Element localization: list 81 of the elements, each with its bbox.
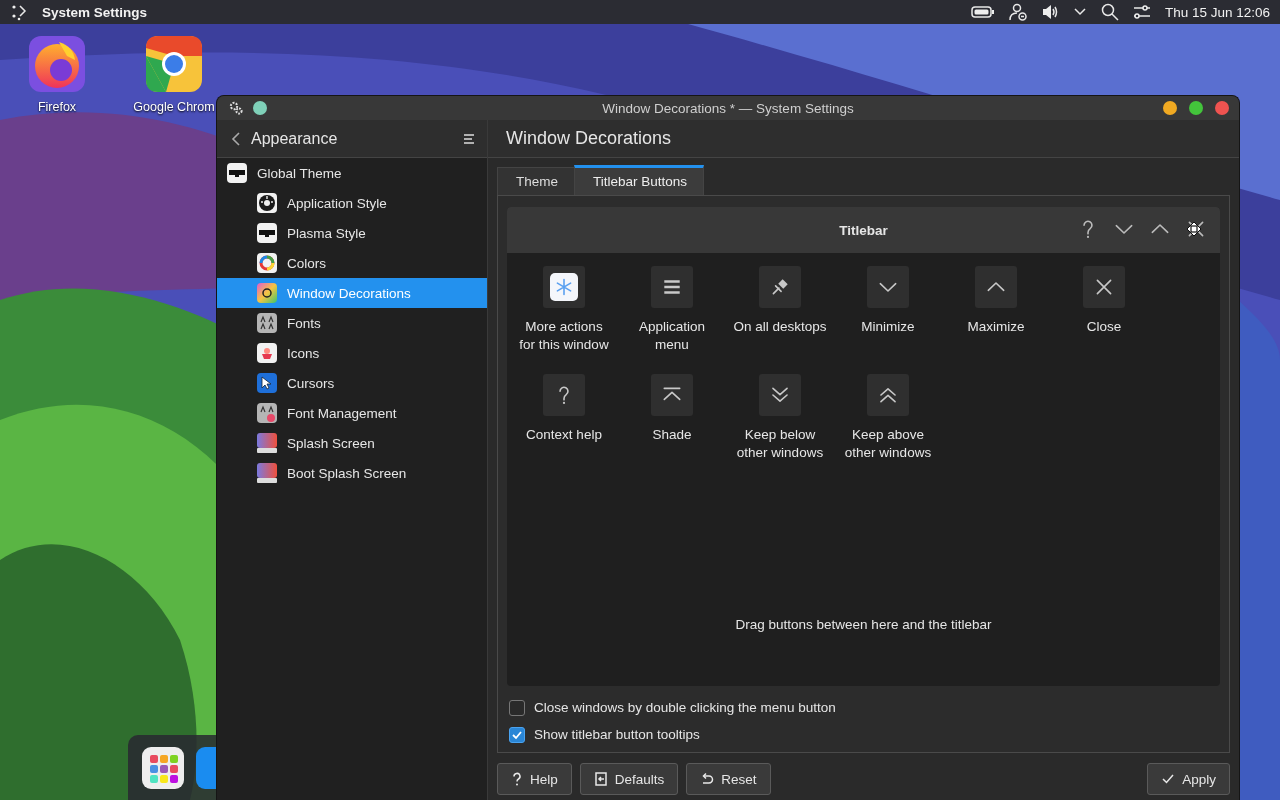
screen-icon [257,433,277,453]
button-tile[interactable] [651,266,693,308]
checkbox-label: Show titlebar button tooltips [534,727,700,742]
titlebar-preview[interactable]: Titlebar [507,207,1220,253]
color-ring-icon [257,253,277,273]
fox-globe-icon [29,36,85,92]
button-label: Application menu [637,318,706,354]
sidebar-item[interactable]: Icons [217,338,487,368]
cursor-icon [257,373,277,393]
screen-icon [257,463,277,483]
back-icon [229,130,243,147]
checkbox[interactable] [509,699,525,716]
button-tile[interactable] [543,374,585,416]
user-icon [1008,3,1027,21]
page-heading: Window Decorations [506,128,672,149]
tab[interactable]: Theme [497,167,576,195]
volume-icon [1040,3,1059,21]
hint-text: Drag buttons between here and the titlebar [735,617,992,632]
tab[interactable]: Titlebar Buttons [574,165,705,195]
button-label: Context help [525,426,603,444]
menu-icon [463,132,475,145]
button-label: Keep below other windows [735,426,825,462]
font-sample-icon [257,313,277,333]
sidebar-item[interactable]: Global Theme [217,158,487,188]
sidebar-item[interactable]: Colors [217,248,487,278]
sidebar-item[interactable]: Boot Splash Screen [217,458,487,488]
search-icon [1100,3,1119,21]
button-label: More actions for this window [518,318,610,354]
button-label: Maximize [966,318,1026,336]
sidebar-item[interactable]: Cursors [217,368,487,398]
sidebar-item[interactable]: Splash Screen [217,428,487,458]
defaults-button[interactable]: Defaults [579,763,679,795]
dial-icon [257,193,277,213]
theme-icon [227,163,247,183]
help-button[interactable]: Help [497,763,572,795]
sidebar-item[interactable]: Application Style [217,188,487,218]
button-tile[interactable] [975,266,1017,308]
reset-button[interactable]: Reset [686,763,771,795]
cake-icon [257,343,277,363]
desktop-icon-label[interactable]: Google Chrom [133,100,215,114]
checkbox-label: Close windows by double clicking the menu button [534,700,836,715]
button-tile[interactable] [867,374,909,416]
undo-icon [700,772,715,786]
button-tile[interactable] [1083,266,1125,308]
font-sample-icon [257,403,277,423]
sidebar-title: Appearance [251,129,339,148]
desktop-icon-label[interactable]: Firefox [37,100,77,114]
button-label: On all desktops [733,318,827,336]
button-tile[interactable] [759,266,801,308]
launcher-icon [10,3,28,21]
button-label: Keep above other windows [843,426,933,462]
question-mark-icon [511,772,523,786]
button-label: Minimize [860,318,916,336]
pin-button[interactable] [253,101,267,115]
button-tile[interactable] [543,266,585,308]
sliders-icon [1132,3,1151,21]
app-grid-icon [142,746,184,789]
window-title: Window Decorations * — System Settings [602,100,854,116]
minimize-button[interactable] [1163,101,1177,115]
theme-icon [257,223,277,243]
check-icon [1161,772,1176,786]
battery-icon [970,5,995,19]
button-label: Shade [651,426,693,444]
apply-button[interactable]: Apply [1147,763,1230,795]
maximize-button[interactable] [1189,101,1203,115]
sidebar-item[interactable]: Font Management [217,398,487,428]
round-browser-icon [146,36,202,92]
snowflake-app-icon [549,272,579,302]
button-tile[interactable] [759,374,801,416]
move-cursor-icon [1186,221,1202,237]
button-label: Close [1085,318,1123,336]
active-app-title: System Settings [42,4,148,20]
clock[interactable]: Thu 15 Jun 12:06 [1164,4,1270,20]
titlebar-preview-title: Titlebar [839,222,888,238]
sidebar-item[interactable]: Fonts [217,308,487,338]
close-button[interactable] [1215,101,1229,115]
button-tile[interactable] [651,374,693,416]
sidebar-item[interactable]: Plasma Style [217,218,487,248]
palette-icon [257,283,277,303]
button-tile[interactable] [867,266,909,308]
checkbox[interactable] [509,726,525,743]
